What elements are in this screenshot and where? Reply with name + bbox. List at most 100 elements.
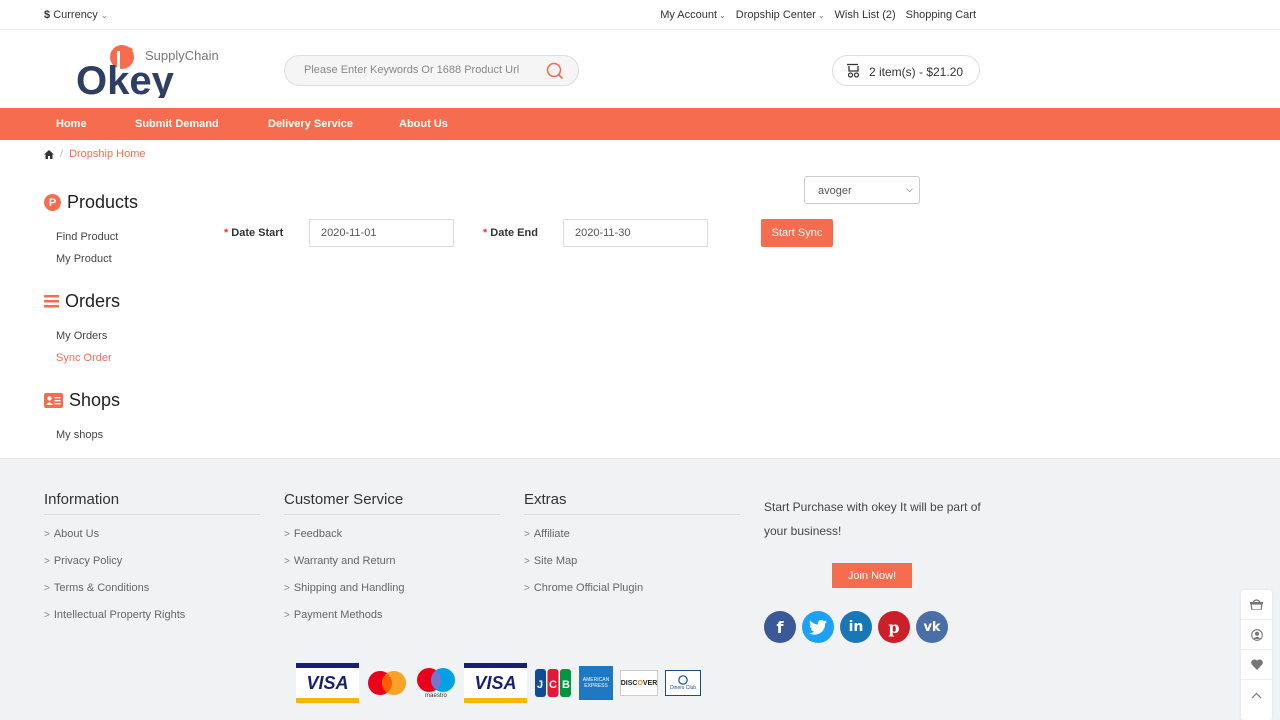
footer-link-label: Terms & Conditions — [53, 582, 150, 594]
linkedin-icon[interactable]: in — [840, 611, 872, 643]
footer-link-shipping[interactable]: > Shipping and Handling — [284, 582, 500, 596]
jcb-icon: JCB — [534, 665, 572, 701]
sidebar-item-my-orders[interactable]: My Orders — [56, 330, 107, 342]
footer-link-privacy-policy[interactable]: > Privacy Policy — [44, 555, 260, 569]
products-p-icon: P — [44, 194, 61, 211]
chevron-down-icon: ⌄ — [817, 11, 825, 20]
social-links: f in p vk — [764, 611, 948, 643]
footer-heading: Extras — [524, 491, 740, 515]
chevron-right-icon: > — [284, 529, 290, 540]
top-links: My Account ⌄ Dropship Center ⌄ Wish List (… — [660, 9, 976, 21]
nav-delivery-service[interactable]: Delivery Service — [268, 118, 353, 130]
heart-icon[interactable] — [1241, 650, 1272, 680]
chevron-right-icon: > — [284, 610, 290, 621]
maestro-icon: maestro — [415, 665, 457, 701]
footer-link-label: Site Map — [533, 555, 578, 567]
footer-link-chrome-plugin[interactable]: > Chrome Official Plugin — [524, 582, 740, 596]
footer-link-label: Warranty and Return — [293, 555, 396, 567]
currency-symbol: $ — [44, 9, 51, 21]
footer-promo-text: Start Purchase with okey It will be part… — [764, 500, 981, 538]
dropship-center-dropdown[interactable]: Dropship Center ⌄ — [736, 9, 825, 21]
footer-link-terms[interactable]: > Terms & Conditions — [44, 582, 260, 596]
facebook-icon[interactable]: f — [764, 611, 796, 643]
pinterest-icon[interactable]: p — [878, 611, 910, 643]
nav-about-us[interactable]: About Us — [399, 118, 448, 130]
footer-heading: Information — [44, 491, 260, 515]
twitter-icon[interactable] — [802, 611, 834, 643]
footer-link-affiliate[interactable]: > Affiliate — [524, 528, 740, 542]
start-sync-button[interactable]: Start Sync — [761, 219, 833, 247]
okey-logo[interactable]: SupplyChain Okey — [76, 42, 236, 103]
shop-select[interactable]: avoger ⌵ — [804, 176, 920, 204]
my-account-dropdown[interactable]: My Account ⌄ — [660, 9, 726, 21]
back-to-top-icon[interactable] — [1241, 680, 1272, 710]
footer-column-customer-service: Customer Service > Feedback > Warranty and… — [284, 491, 500, 623]
sidebar-section-shops: Shops — [44, 390, 120, 411]
footer-column-information: Information > About Us > Privacy Policy > T… — [44, 491, 260, 623]
footer-link-feedback[interactable]: > Feedback — [284, 528, 500, 542]
breadcrumb-separator: / — [60, 148, 64, 160]
vk-icon[interactable]: vk — [916, 611, 948, 643]
sidebar-section-products: P Products — [44, 192, 138, 213]
shopping-cart-link[interactable]: Shopping Cart — [906, 9, 976, 21]
sidebar-item-my-shops[interactable]: My shops — [56, 429, 103, 441]
payment-methods: VISA maestro VISA JCB AMERICAN EXPRESS DI… — [296, 663, 701, 703]
chevron-right-icon: > — [524, 556, 530, 567]
list-icon — [44, 295, 59, 308]
footer-column-extras: Extras > Affiliate > Site Map > Chrome Offi… — [524, 491, 740, 596]
required-mark: * — [224, 227, 229, 239]
footer-link-about-us[interactable]: > About Us — [44, 528, 260, 542]
breadcrumb: / Dropship Home — [44, 148, 145, 160]
breadcrumb-current[interactable]: Dropship Home — [69, 148, 145, 160]
date-end-input[interactable] — [563, 219, 708, 247]
nav-home[interactable]: Home — [56, 118, 87, 130]
footer-link-site-map[interactable]: > Site Map — [524, 555, 740, 569]
currency-dropdown[interactable]: $ Currency ⌄ — [44, 9, 108, 21]
sidebar-item-find-product[interactable]: Find Product — [56, 231, 118, 243]
sidebar-section-orders: Orders — [44, 291, 120, 312]
chevron-down-icon: ⌄ — [100, 11, 108, 20]
footer-link-warranty[interactable]: > Warranty and Return — [284, 555, 500, 569]
nav-submit-demand[interactable]: Submit Demand — [135, 118, 219, 130]
american-express-icon: AMERICAN EXPRESS — [579, 666, 613, 700]
footer-link-label: Chrome Official Plugin — [533, 582, 644, 594]
home-icon[interactable] — [44, 149, 54, 159]
date-start-label-text: Date Start — [231, 227, 284, 239]
user-icon[interactable] — [1241, 620, 1272, 650]
visa-icon: VISA — [296, 663, 359, 703]
date-start-input[interactable] — [309, 219, 454, 247]
date-end-label-text: Date End — [490, 227, 538, 239]
footer-link-label: About Us — [53, 528, 100, 540]
sidebar-item-my-product[interactable]: My Product — [56, 253, 112, 265]
footer-heading: Customer Service — [284, 491, 500, 515]
date-start-label: * Date Start — [224, 227, 283, 239]
footer-link-payment-methods[interactable]: > Payment Methods — [284, 609, 500, 623]
sidebar-heading-shops: Shops — [69, 390, 121, 410]
chevron-right-icon: > — [524, 583, 530, 594]
cart-icon — [847, 63, 860, 78]
svg-text:B: B — [562, 679, 570, 691]
sidebar-heading-orders: Orders — [65, 291, 121, 311]
cart-summary-button[interactable]: 2 item(s) - $21.20 — [832, 55, 980, 86]
footer-link-ip-rights[interactable]: > Intellectual Property Rights — [44, 609, 260, 623]
logo-graphic: SupplyChain Okey — [76, 45, 219, 103]
join-now-button[interactable]: Join Now! — [832, 563, 912, 588]
search-input[interactable] — [304, 64, 534, 76]
cart-basket-icon[interactable] — [1241, 590, 1272, 620]
chevron-right-icon: > — [284, 583, 290, 594]
svg-text:Okey: Okey — [76, 59, 175, 98]
sidebar-heading-products: Products — [67, 192, 139, 212]
svg-text:J: J — [537, 679, 543, 691]
my-account-label: My Account — [660, 9, 718, 21]
visa-electron-icon: VISA — [464, 663, 527, 703]
chevron-right-icon: > — [44, 583, 50, 594]
dropship-center-label: Dropship Center — [735, 9, 816, 21]
chevron-right-icon: > — [44, 556, 50, 567]
chevron-right-icon: > — [524, 529, 530, 540]
chevron-right-icon: > — [44, 529, 50, 540]
chevron-down-icon: ⌵ — [906, 184, 913, 194]
search-icon[interactable] — [546, 62, 564, 80]
footer-link-label: Privacy Policy — [53, 555, 123, 567]
wish-list-link[interactable]: Wish List (2) — [835, 9, 896, 21]
sidebar-item-sync-order[interactable]: Sync Order — [56, 352, 112, 364]
